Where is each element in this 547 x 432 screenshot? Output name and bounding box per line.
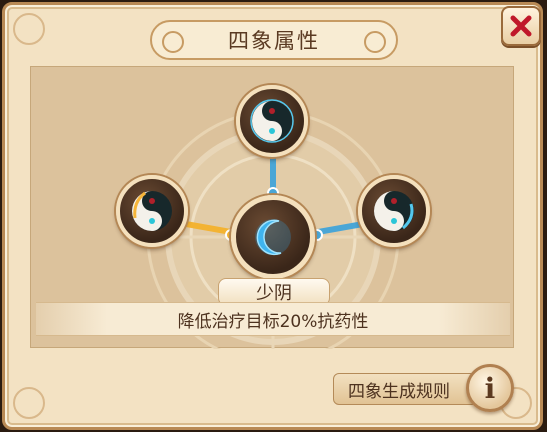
yin-yang-icon bbox=[250, 99, 294, 143]
yin-yang-fire-icon bbox=[132, 191, 172, 231]
title-flourish-icon bbox=[364, 31, 386, 53]
rules-button[interactable]: 四象生成规则 bbox=[333, 373, 479, 405]
info-button[interactable]: i bbox=[466, 364, 514, 412]
rules-button-label: 四象生成规则 bbox=[348, 381, 450, 402]
node-center[interactable] bbox=[231, 195, 315, 279]
node-left[interactable] bbox=[116, 175, 188, 247]
corner-ornament bbox=[13, 387, 45, 419]
yin-yang-water-icon bbox=[374, 191, 414, 231]
selected-description: 降低治疗目标20%抗药性 bbox=[36, 302, 510, 336]
node-top[interactable] bbox=[236, 85, 308, 157]
close-button[interactable] bbox=[501, 6, 541, 46]
title-banner: 四象属性 bbox=[150, 20, 398, 60]
corner-ornament bbox=[13, 13, 45, 45]
crescent-moon-icon bbox=[255, 219, 291, 256]
close-x-icon bbox=[510, 15, 532, 37]
title-flourish-icon bbox=[162, 31, 184, 53]
info-icon: i bbox=[484, 371, 496, 405]
node-right[interactable] bbox=[358, 175, 430, 247]
dialog-title: 四象属性 bbox=[228, 29, 320, 53]
